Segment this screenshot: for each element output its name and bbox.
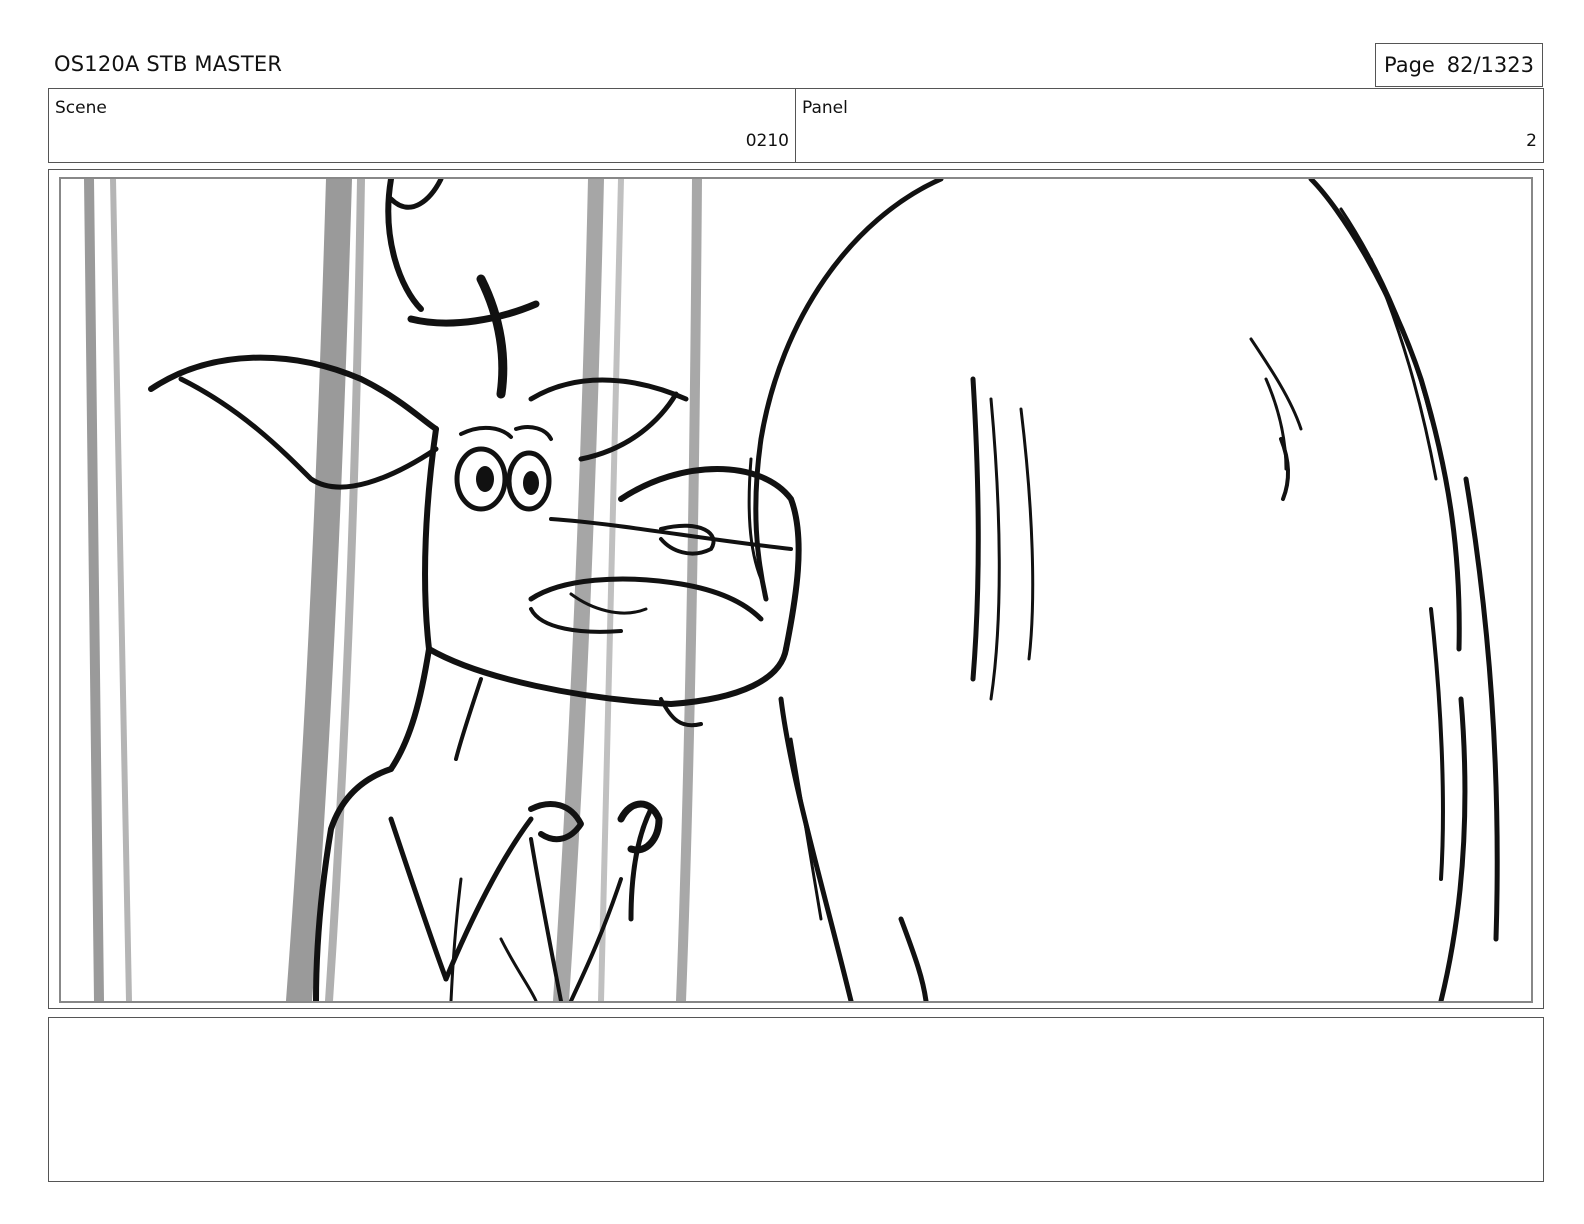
small-character-sketch (148, 179, 802, 1001)
scene-number: 0210 (745, 131, 789, 151)
document-title: OS120A STB MASTER (54, 52, 283, 76)
panel-number: 2 (1526, 131, 1537, 151)
background-trees (84, 179, 702, 1001)
scene-cell: Scene 0210 (49, 89, 796, 162)
large-creature-outline (747, 179, 1500, 1001)
page-label: Page (1384, 53, 1435, 77)
panel-cell: Panel 2 (796, 89, 1543, 162)
panel-label: Panel (802, 98, 848, 118)
storyboard-sketch (84, 179, 1500, 1001)
storyboard-drawing-frame (59, 177, 1533, 1003)
page-number: 82/1323 (1446, 53, 1534, 77)
action-notes-box (48, 1017, 1544, 1182)
scene-panel-info: Scene 0210 Panel 2 (48, 88, 1544, 163)
page-indicator: Page 82/1323 (1375, 43, 1543, 87)
scene-label: Scene (55, 98, 107, 118)
